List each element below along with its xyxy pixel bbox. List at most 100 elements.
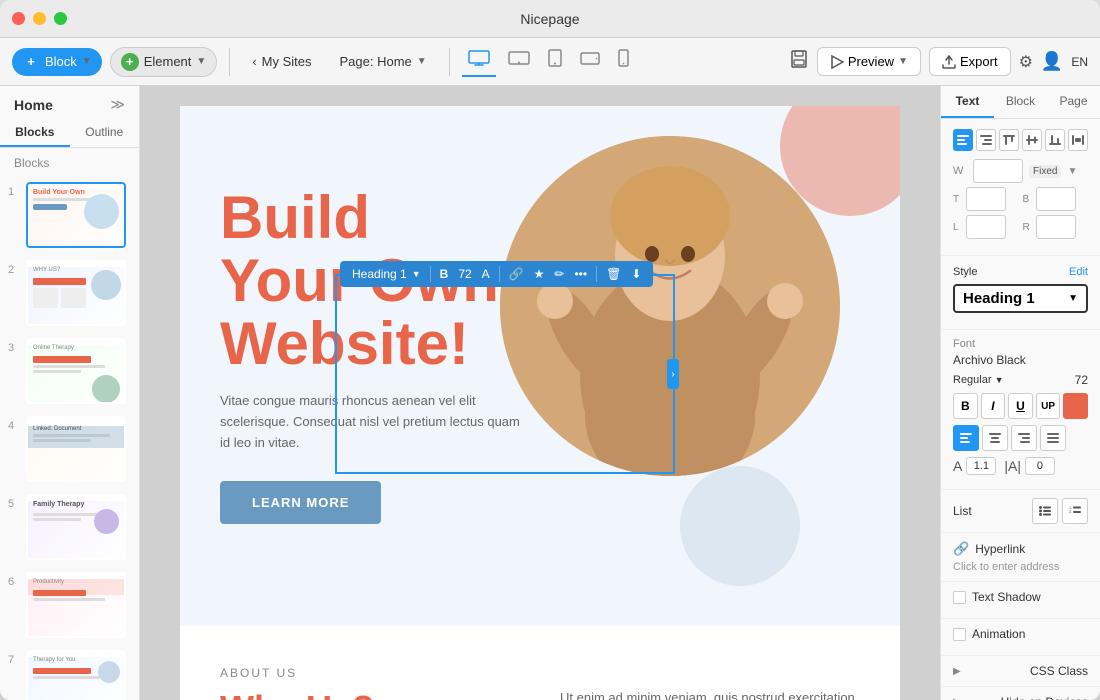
toolbar-sep2 [499,266,500,282]
css-class-section: ▶ CSS Class [941,656,1100,687]
element-button[interactable]: + Element ▼ [110,47,218,77]
page-thumbnail-6[interactable]: Productivity [26,572,126,638]
font-size-control[interactable]: 72 [454,265,475,283]
width-input[interactable]: 495 [973,159,1023,183]
settings-icon[interactable]: ⚙ [1019,52,1033,72]
page-number: 4 [8,420,20,432]
tablet-portrait-icon[interactable] [542,45,568,78]
t-label: T [953,194,963,205]
hyperlink-address-input[interactable]: Click to enter address [953,561,1088,573]
font-style-row: Regular ▼ 72 [953,373,1088,387]
text-align-right-button[interactable] [1011,425,1037,451]
preview-button[interactable]: Preview ▼ [817,47,921,76]
text-align-center-button[interactable] [982,425,1008,451]
fixed-dropdown-icon[interactable]: ▼ [1067,166,1077,177]
tab-blocks[interactable]: Blocks [0,119,70,147]
edit-toolbar: Heading 1 ▼ B 72 A 🔗 ★ [340,261,653,287]
edit-link[interactable]: Edit [1069,266,1088,278]
tab-text[interactable]: Text [941,86,994,118]
italic-format-button[interactable]: I [981,393,1006,419]
bold-button[interactable]: B [436,265,453,283]
lang-selector[interactable]: EN [1071,55,1088,69]
text-shadow-checkbox[interactable] [953,591,966,604]
page-thumbnail-2[interactable]: WHY US? [26,260,126,326]
title-bar: Nicepage [0,0,1100,38]
page-thumbnail-5[interactable]: Family Therapy [26,494,126,560]
delete-button[interactable]: 🗑 [602,265,625,283]
margin-top-input[interactable]: -613 [966,187,1006,211]
align-left-button[interactable] [953,129,973,151]
tab-page[interactable]: Page [1047,86,1100,118]
block-button[interactable]: + Block ▼ [12,48,102,76]
mobile-icon[interactable] [612,45,635,78]
desktop-icon[interactable] [462,46,496,77]
edit-button[interactable]: ✏ [550,265,568,283]
page-home-label: Page: Home [340,54,412,69]
close-button[interactable] [12,12,25,25]
align-top-button[interactable] [999,129,1019,151]
page-home-button[interactable]: Page: Home ▼ [330,49,437,74]
link-button[interactable]: 🔗 [505,265,528,283]
underline-format-button[interactable]: U [1008,393,1033,419]
page-thumbnail-1[interactable]: Build Your Own [26,182,126,248]
text-color-button[interactable] [1063,393,1088,419]
blocks-label: Blocks [0,148,139,174]
page-chevron-icon: ▼ [417,56,427,67]
heading-type-selector[interactable]: Heading 1 ▼ [348,265,425,283]
tab-outline[interactable]: Outline [70,119,140,147]
unordered-list-button[interactable] [1032,498,1058,524]
star-button[interactable]: ★ [530,265,549,283]
text-align-left-button[interactable] [953,425,979,451]
font-size-value: 72 [1075,373,1088,387]
tablet-landscape-icon[interactable] [502,46,536,77]
collapse-button[interactable]: ≫ [110,96,125,113]
text-spacing-icon: |A| [1004,458,1021,474]
font-color-button[interactable]: A [478,265,494,283]
page-thumbnail-3[interactable]: Online Therapy [26,338,126,404]
bold-format-button[interactable]: B [953,393,978,419]
export-button[interactable]: Export [929,47,1011,76]
align-bottom-button[interactable] [1045,129,1065,151]
margin-right-input[interactable]: 645 [1036,215,1076,239]
learn-more-button[interactable]: LEARN MORE [220,481,381,524]
uppercase-format-button[interactable]: UP [1036,393,1061,419]
text-spacing-input[interactable] [1025,457,1055,475]
text-align-justify-button[interactable] [1040,425,1066,451]
list-item: 5 Family Therapy [8,490,131,564]
save-button[interactable] [789,49,809,74]
heading-style-selector[interactable]: Heading 1 ▼ [953,284,1088,313]
resize-handle[interactable]: › [667,359,679,389]
window-title: Nicepage [520,11,579,27]
hyperlink-section: 🔗 Hyperlink Click to enter address [941,533,1100,582]
maximize-button[interactable] [54,12,67,25]
distribute-button[interactable] [1068,129,1088,151]
fixed-label: Fixed [1029,165,1061,178]
page-thumbnail-7[interactable]: Therapy for You [26,650,126,700]
element-plus-icon: + [121,53,139,71]
user-icon[interactable]: 👤 [1041,51,1063,72]
css-class-row[interactable]: ▶ CSS Class [953,664,1088,678]
letter-spacing-item: A [953,457,996,475]
page-thumbnail-4[interactable]: Linked: Document [26,416,126,482]
more-button[interactable]: ••• [570,265,591,283]
hero-body-text: Vitae congue mauris rhoncus aenean vel e… [220,391,520,453]
align-right-button[interactable] [976,129,996,151]
minimize-button[interactable] [33,12,46,25]
back-button[interactable]: ‹ My Sites [242,49,321,74]
traffic-lights [12,12,67,25]
alignment-section: W 495 Fixed ▼ T -613 B 0 [941,119,1100,256]
font-style-selector[interactable]: Regular ▼ [953,374,1004,386]
tab-block[interactable]: Block [994,86,1047,118]
mobile-landscape-icon[interactable] [574,48,606,76]
css-class-label: CSS Class [1030,664,1088,678]
about-section: ABOUT US Why Us? Ut enim ad minim veniam… [180,626,900,700]
align-center-button[interactable] [1022,129,1042,151]
down-button[interactable]: ⬇ [627,265,645,283]
ordered-list-button[interactable]: 1.2. [1062,498,1088,524]
letter-spacing-input[interactable] [966,457,996,475]
right-panel: Text Block Page [940,86,1100,700]
margin-left-input[interactable]: 0 [966,215,1006,239]
hide-on-devices-row[interactable]: ▶ Hide on Devices [953,695,1088,700]
margin-bottom-input[interactable]: 0 [1036,187,1076,211]
animation-checkbox[interactable] [953,628,966,641]
